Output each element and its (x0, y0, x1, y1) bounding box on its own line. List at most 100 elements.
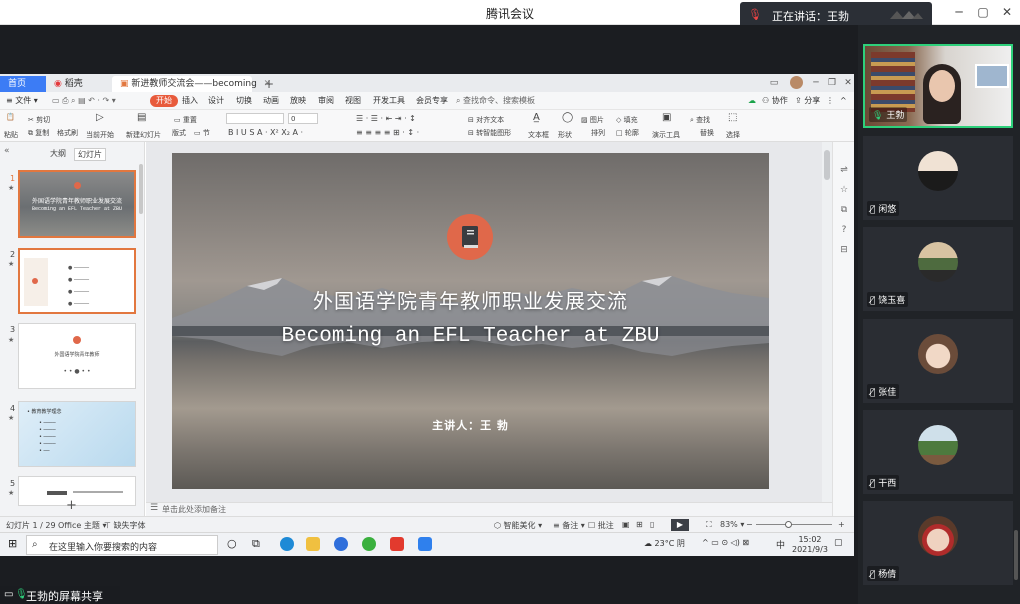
font-size-select[interactable]: 0 (288, 113, 318, 124)
cortana-icon[interactable]: ○ (227, 537, 237, 550)
menu-developer[interactable]: 开发工具 (373, 95, 405, 107)
gallery-scrollbar[interactable] (1014, 530, 1018, 580)
beautify-button[interactable]: ⬡ 智能美化 ▾ (494, 520, 542, 531)
menu-review[interactable]: 审阅 (318, 95, 334, 107)
text-box-button[interactable]: 文本框 (528, 130, 549, 140)
collab-button[interactable]: ⚇ 协作 (762, 95, 788, 107)
notes-toggle[interactable]: ≡ 备注 ▾ (553, 520, 585, 531)
arrange-button[interactable]: 排列 (591, 128, 605, 138)
360-browser-icon[interactable] (362, 537, 376, 551)
more-icon[interactable]: ⋮ (826, 95, 834, 107)
paste-icon[interactable]: 📋 (6, 112, 15, 122)
explorer-icon[interactable] (306, 537, 320, 551)
list-buttons[interactable]: ☰ · ☰ · ⇤ ⇥ · ↕ (356, 114, 416, 124)
notification-icon[interactable]: ▢ (834, 538, 843, 548)
view-sorter-icon[interactable]: ⊞ (636, 520, 643, 529)
tab-daoke[interactable]: ◉ 稻壳 (46, 76, 108, 92)
menu-design[interactable]: 设计 (208, 95, 224, 107)
select-icon[interactable]: ⬚ (728, 113, 737, 123)
view-normal-icon[interactable]: ▣ (622, 520, 630, 529)
taskbar-search[interactable]: ⌕ 在这里输入你要搜索的内容 (26, 535, 218, 555)
menu-slideshow[interactable]: 放映 (290, 95, 306, 107)
play-slideshow-button[interactable]: ▶ (671, 519, 689, 531)
collapse-sidebar-icon[interactable]: « (4, 146, 10, 156)
wps-close-icon[interactable]: ✕ (842, 77, 854, 89)
menu-start[interactable]: 开始 (150, 95, 178, 107)
presentation-tool-button[interactable]: 演示工具 (652, 130, 680, 140)
smartart-button[interactable]: ⊟ 转智能图形 (468, 128, 511, 138)
slide-thumbnail-2[interactable]: ● ───── ● ───── ● ───── ● ───── (18, 248, 136, 314)
zoom-slider-thumb[interactable] (785, 521, 792, 528)
text-format-toolbar[interactable]: B I U S A · X² X₂ A · (228, 128, 303, 138)
shape-icon[interactable]: ◯ (562, 113, 573, 123)
ime-indicator[interactable]: 中 (776, 538, 785, 551)
windows-start-icon[interactable]: ⊞ (8, 537, 17, 550)
shape-button[interactable]: 形状 (558, 130, 572, 140)
weather[interactable]: ☁ 23°C 阴 (644, 538, 685, 549)
section-button[interactable]: ▭ 节 (194, 128, 210, 138)
zoom-slider[interactable] (756, 524, 832, 525)
menu-transition[interactable]: 切换 (236, 95, 252, 107)
menu-file[interactable]: ≡ 文件 ▾ (6, 95, 38, 107)
menu-member[interactable]: 会员专享 (416, 95, 448, 107)
collapse-ribbon-icon[interactable]: ^ (840, 95, 847, 107)
edge-icon[interactable] (280, 537, 294, 551)
reset-button[interactable]: ▭ 重置 (174, 115, 197, 125)
collapse-panel-icon[interactable]: ⊟ (838, 244, 850, 256)
sidebar-scrollbar[interactable] (139, 164, 143, 214)
tab-document[interactable]: ▣ 新进教师交流会——becoming ✕ (112, 76, 271, 92)
participant-tile[interactable]: 🎙̸ 干西 (863, 410, 1013, 494)
copy-button[interactable]: ⧉ 复制 (28, 128, 49, 138)
command-search[interactable]: ⌕ 查找命令、搜索模板 (456, 95, 535, 106)
canvas-scrollbar[interactable] (822, 142, 832, 502)
from-current-button[interactable]: 当前开始 (86, 130, 114, 140)
tab-outline[interactable]: 大纲 (50, 148, 66, 159)
zoom-in-button[interactable]: + (838, 520, 845, 529)
font-missing-button[interactable]: ⊤ 缺失字体 (104, 520, 146, 531)
menu-animation[interactable]: 动画 (263, 95, 279, 107)
new-tab-button[interactable]: + (256, 76, 274, 92)
view-reading-icon[interactable]: ▯ (650, 520, 654, 529)
find-button[interactable]: ⌕ 查找 (690, 115, 710, 125)
participant-tile[interactable]: 🎙̸ 张佳 (863, 319, 1013, 403)
theme-name[interactable]: Office 主题 ▾ (58, 520, 106, 531)
participant-tile[interactable]: 🎙̸ 闲悠 (863, 136, 1013, 220)
properties-icon[interactable]: ⇌ (838, 164, 850, 176)
cloud-sync-icon[interactable]: ☁ (748, 95, 756, 107)
fill-button[interactable]: ◇ 填充 (616, 115, 638, 125)
tab-slides[interactable]: 幻灯片 (74, 148, 106, 161)
presentation-tool-icon[interactable]: ▣ (662, 113, 671, 123)
slide-thumbnail-1[interactable]: 外国语学院青年教师职业发展交流 Becoming an EFL Teacher … (18, 170, 136, 238)
new-slide-button[interactable]: 新建幻灯片 (126, 130, 161, 140)
font-family-select[interactable] (226, 113, 284, 124)
select-button[interactable]: 选择 (726, 130, 740, 140)
tab-home[interactable]: 首页 (0, 76, 46, 92)
cut-button[interactable]: ✂ 剪切 (28, 115, 50, 125)
tray-icons[interactable]: ^ ▭ ⊙ ◁) ⊠ (702, 538, 749, 547)
zoom-out-button[interactable]: − (746, 520, 753, 529)
participant-tile[interactable]: 🎙 王勃 (863, 44, 1013, 128)
browser-icon[interactable] (334, 537, 348, 551)
layout-button[interactable]: 版式 (172, 128, 186, 138)
align-text-button[interactable]: ⊟ 对齐文本 (468, 115, 504, 125)
current-slide[interactable]: 外国语学院青年教师职业发展交流 Becoming an EFL Teacher … (172, 153, 769, 489)
wps-minimize-icon[interactable]: ─ (810, 77, 822, 89)
fit-window-icon[interactable]: ⛶ (706, 520, 712, 530)
paste-button[interactable]: 粘贴 (4, 130, 18, 140)
format-painter-button[interactable]: 格式刷 (57, 128, 78, 138)
wps-restore-icon[interactable]: ❐ (826, 77, 838, 89)
share-button[interactable]: ⇪ 分享 (795, 95, 820, 107)
picture-button[interactable]: ▨ 图片 (581, 115, 604, 125)
wps-icon[interactable] (390, 537, 404, 551)
minimize-button[interactable]: ─ (950, 4, 968, 20)
menu-insert[interactable]: 插入 (182, 95, 198, 107)
new-slide-icon[interactable]: ▤ (137, 113, 146, 123)
slide-thumbnail-5[interactable] (18, 476, 136, 506)
menu-view[interactable]: 视图 (345, 95, 361, 107)
tencent-meeting-icon[interactable] (418, 537, 432, 551)
taskbar-clock[interactable]: 15:02 2021/9/3 (792, 535, 828, 555)
close-button[interactable]: ✕ (998, 4, 1016, 20)
animation-icon[interactable]: ☆ (838, 184, 850, 196)
window-layout-icon[interactable]: ▭ (768, 77, 780, 89)
outline-button[interactable]: □ 轮廓 (616, 128, 639, 138)
